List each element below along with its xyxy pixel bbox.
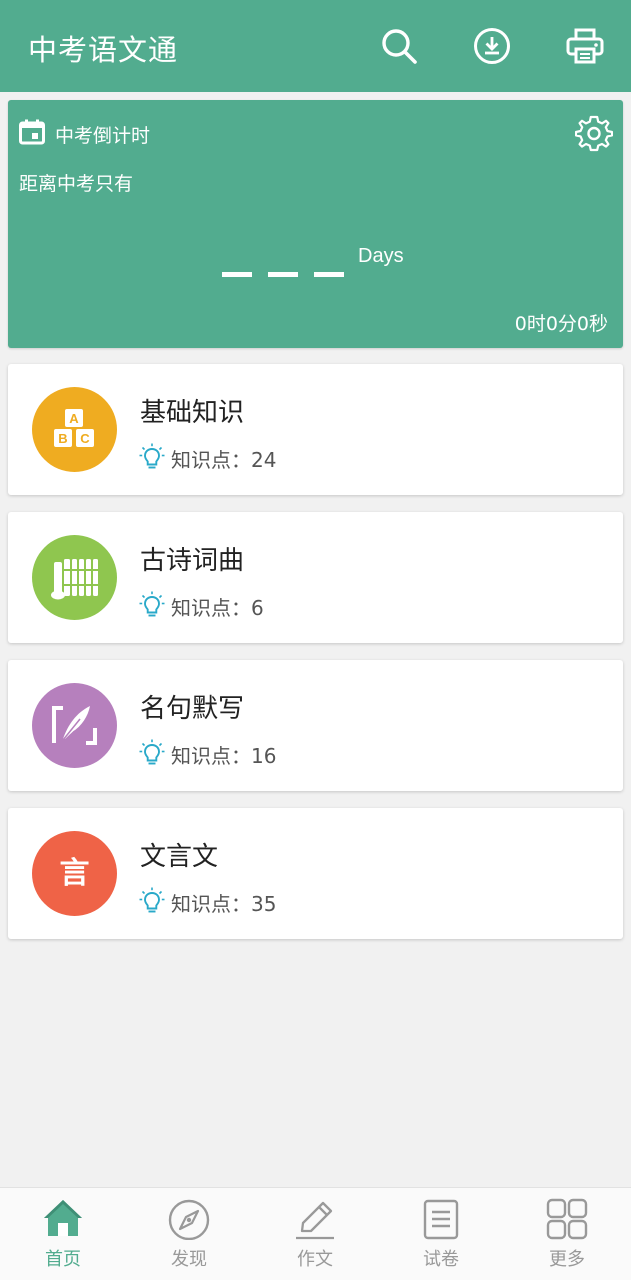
knowledge-points-count: 知识点：16 <box>171 744 277 768</box>
nav-tab-exam-papers[interactable]: 试卷 <box>378 1188 504 1280</box>
yan-character-icon: 言 <box>60 856 90 891</box>
category-title: 文言文 <box>140 842 219 872</box>
compass-icon <box>168 1199 210 1240</box>
yan-character: 言 <box>60 856 90 891</box>
exam-countdown-card: 中考倒计时 距离中考只有 Days 0时0分0秒 <box>8 100 623 348</box>
top-app-bar: 中考语文通 <box>0 0 631 92</box>
category-icon-circle <box>32 535 117 620</box>
settings-icon[interactable] <box>575 114 613 152</box>
letter-a: A <box>69 411 79 426</box>
knowledge-points-count: 知识点：6 <box>171 596 264 620</box>
category-icon-circle: A B C <box>32 387 117 472</box>
quill-icon <box>52 706 97 745</box>
nav-label: 试卷 <box>423 1249 459 1270</box>
bamboo-scroll-icon <box>51 559 98 600</box>
bottom-navigation: 首页 发现 作文 试卷 更多 <box>0 1187 631 1280</box>
category-card-ancient-poetry[interactable]: 古诗词曲 知识点：6 <box>8 512 623 643</box>
lightbulb-icon <box>139 443 165 469</box>
grid-icon <box>546 1198 588 1240</box>
lightbulb-icon <box>139 739 165 765</box>
dash <box>314 272 344 277</box>
category-title: 古诗词曲 <box>140 546 245 576</box>
category-card-classical-chinese[interactable]: 言 文言文 知识点：35 <box>8 808 623 939</box>
nav-label: 发现 <box>171 1249 207 1270</box>
category-icon-circle <box>32 683 117 768</box>
countdown-subtitle: 距离中考只有 <box>19 173 134 195</box>
nav-label: 首页 <box>45 1249 81 1270</box>
nav-label: 更多 <box>549 1249 585 1270</box>
search-icon[interactable] <box>379 26 419 66</box>
dash <box>222 272 252 277</box>
category-title: 基础知识 <box>140 398 245 428</box>
nav-tab-essay[interactable]: 作文 <box>252 1188 378 1280</box>
remaining-time: 0时0分0秒 <box>514 313 608 335</box>
category-title: 名句默写 <box>140 694 245 724</box>
category-icon-circle: 言 <box>32 831 117 916</box>
dash <box>268 272 298 277</box>
days-unit-label: Days <box>358 245 404 267</box>
countdown-title: 中考倒计时 <box>55 125 151 147</box>
nav-label: 作文 <box>297 1249 333 1270</box>
category-card-basic-knowledge[interactable]: A B C 基础知识 知识点：24 <box>8 364 623 495</box>
days-placeholder-dashes <box>222 272 347 278</box>
download-icon[interactable] <box>472 26 512 66</box>
pencil-icon <box>296 1201 334 1240</box>
print-icon[interactable] <box>565 26 605 66</box>
category-card-famous-quotes[interactable]: 名句默写 知识点：16 <box>8 660 623 791</box>
letter-c: C <box>80 431 90 446</box>
nav-tab-discover[interactable]: 发现 <box>126 1188 252 1280</box>
knowledge-points-count: 知识点：35 <box>171 892 277 916</box>
lightbulb-icon <box>139 887 165 913</box>
lightbulb-icon <box>139 591 165 617</box>
document-icon <box>423 1199 459 1240</box>
nav-tab-more[interactable]: 更多 <box>504 1188 630 1280</box>
app-title: 中考语文通 <box>28 33 179 67</box>
home-icon <box>44 1200 82 1236</box>
abc-blocks-icon: A B C <box>54 409 94 447</box>
letter-b: B <box>58 431 67 446</box>
knowledge-points-count: 知识点：24 <box>171 448 277 472</box>
nav-tab-home[interactable]: 首页 <box>0 1188 126 1280</box>
calendar-icon <box>19 119 45 145</box>
